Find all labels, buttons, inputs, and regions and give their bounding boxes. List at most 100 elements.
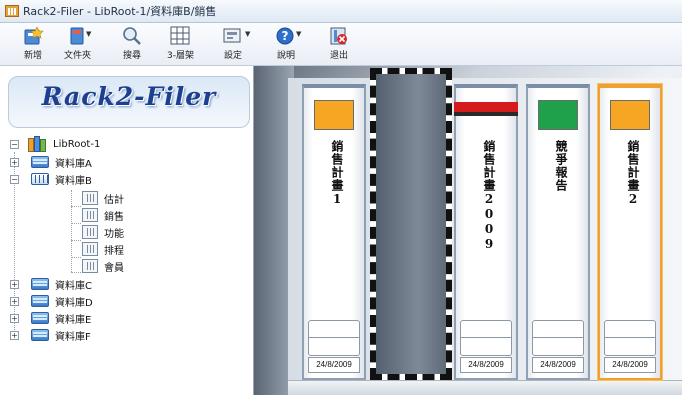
svg-text:?: ?: [282, 29, 289, 43]
binder-label-box: [532, 320, 584, 356]
shelf-view-button[interactable]: 3-層架: [167, 26, 194, 62]
tree-library-label: 資料庫D: [55, 297, 93, 309]
binder[interactable]: 銷售計畫1 24/8/2009: [302, 84, 366, 380]
shelf-view-button-label: 3-層架: [167, 51, 194, 61]
binder-button[interactable]: ▼ 文件夾: [64, 26, 91, 62]
tree-root-label: LibRoot-1: [53, 138, 101, 150]
search-button[interactable]: 搜尋: [121, 26, 143, 62]
tree-shelf-label: 銷售: [104, 211, 124, 223]
binder-shelf: 銷售計畫1 24/8/2009 銷售計畫2009 24/8/2009 競爭報告 …: [254, 66, 682, 395]
new-binder-icon: [22, 26, 44, 46]
tree-shelf-item[interactable]: 會員: [82, 258, 124, 274]
cabinet-icon: [30, 277, 50, 291]
expand-icon[interactable]: +: [10, 331, 19, 340]
tree-library-e[interactable]: + 資料庫E: [10, 310, 92, 326]
tree-library-c[interactable]: + 資料庫C: [10, 276, 92, 292]
tree-line: [71, 223, 81, 224]
chevron-down-icon[interactable]: ▼: [245, 30, 250, 38]
binder-label-box: [460, 320, 512, 356]
settings-button-label: 設定: [223, 51, 242, 61]
cabinet-icon: [30, 155, 50, 169]
binder-title: 競爭報告: [554, 140, 568, 192]
tree-line: [71, 190, 72, 272]
tree-library-label: 資料庫A: [55, 158, 92, 170]
new-button-label: 新增: [23, 51, 42, 61]
help-button[interactable]: ? ▼ 說明: [275, 26, 301, 62]
tree-library-f[interactable]: + 資料庫F: [10, 327, 91, 343]
tree-shelf-label: 功能: [104, 228, 124, 240]
cabinet-icon: [30, 328, 50, 342]
shelf-floor: [288, 380, 682, 395]
cabinet-icon: [30, 311, 50, 325]
help-icon: ?: [275, 26, 297, 46]
tree-shelf-item[interactable]: 排程: [82, 241, 124, 257]
tree-library-b[interactable]: − 資料庫B: [10, 171, 92, 187]
tree-root[interactable]: − LibRoot-1: [8, 136, 100, 152]
expand-icon[interactable]: +: [10, 280, 19, 289]
binder-title: 銷售計畫1: [330, 140, 344, 207]
binder-title: 銷售計畫2009: [482, 140, 496, 252]
rack-icon: [82, 191, 98, 205]
tree-library-a[interactable]: + 資料庫A: [10, 154, 92, 170]
tree-library-d[interactable]: + 資料庫D: [10, 293, 93, 309]
binder-color-tab: [538, 100, 578, 130]
tree-library-label: 資料庫C: [55, 280, 92, 292]
new-button[interactable]: 新增: [22, 26, 44, 62]
tree-line: [71, 240, 81, 241]
sidebar: Rack2-Filer − LibRoot-1 + 資料庫A − 資料庫B 估計…: [0, 66, 254, 395]
empty-binder-slot[interactable]: [370, 68, 452, 380]
grid-icon: [169, 26, 191, 46]
empty-slot-fill: [376, 74, 446, 374]
binder-date: 24/8/2009: [604, 357, 656, 373]
settings-icon: [222, 26, 244, 46]
window-title: Rack2-Filer - LibRoot-1/資料庫B/銷售: [23, 5, 217, 18]
tree-line: [71, 272, 81, 273]
collapse-icon[interactable]: −: [10, 175, 19, 184]
binder-selected[interactable]: 銷售計畫2 24/8/2009: [598, 84, 662, 380]
binder-date: 24/8/2009: [532, 357, 584, 373]
binder-color-tab: [314, 100, 354, 130]
rack-icon: [82, 242, 98, 256]
binder-color-band: [454, 102, 518, 116]
tree-shelf-item[interactable]: 估計: [82, 190, 124, 206]
binder[interactable]: 競爭報告 24/8/2009: [526, 84, 590, 380]
exit-button-label: 退出: [329, 51, 348, 61]
tree-shelf-label: 會員: [104, 262, 124, 274]
tree-shelf-item[interactable]: 功能: [82, 224, 124, 240]
rack-icon: [82, 225, 98, 239]
binder-title: 銷售計畫2: [626, 140, 640, 207]
tree-library-label: 資料庫E: [55, 314, 92, 326]
tree-line: [71, 206, 81, 207]
library-root-icon: [26, 135, 48, 153]
binder-date: 24/8/2009: [460, 357, 512, 373]
tree-shelf-label: 排程: [104, 245, 124, 257]
toolbar: 新增 ▼ 文件夾 搜尋 3-層架 ▼ 設定 ? ▼ 說明 退出: [0, 23, 682, 66]
binder-color-tab: [610, 100, 650, 130]
expand-icon[interactable]: +: [10, 158, 19, 167]
exit-button[interactable]: 退出: [328, 26, 350, 62]
binder-date: 24/8/2009: [308, 357, 360, 373]
cabinet-open-icon: [30, 172, 50, 186]
tree-library-label: 資料庫F: [55, 331, 91, 343]
title-bar: Rack2-Filer - LibRoot-1/資料庫B/銷售: [0, 0, 682, 23]
logo-text: Rack2-Filer: [41, 82, 217, 111]
chevron-down-icon[interactable]: ▼: [86, 30, 91, 38]
chevron-down-icon[interactable]: ▼: [296, 30, 301, 38]
help-button-label: 說明: [276, 51, 295, 61]
exit-icon: [328, 26, 350, 46]
binder-label-box: [308, 320, 360, 356]
binder[interactable]: 銷售計畫2009 24/8/2009: [454, 84, 518, 380]
binder-button-label: 文件夾: [64, 51, 92, 61]
binder-label-box: [604, 320, 656, 356]
cabinet-icon: [30, 294, 50, 308]
tree-shelf-item-selected[interactable]: 銷售: [82, 207, 124, 223]
tree-library-label: 資料庫B: [55, 175, 92, 187]
expand-icon[interactable]: +: [10, 314, 19, 323]
collapse-icon[interactable]: −: [10, 140, 19, 149]
expand-icon[interactable]: +: [10, 297, 19, 306]
settings-button[interactable]: ▼ 設定: [222, 26, 250, 62]
rack-icon: [82, 259, 98, 273]
rack-icon: [82, 208, 98, 222]
search-icon: [121, 26, 143, 46]
tree-line: [71, 257, 81, 258]
